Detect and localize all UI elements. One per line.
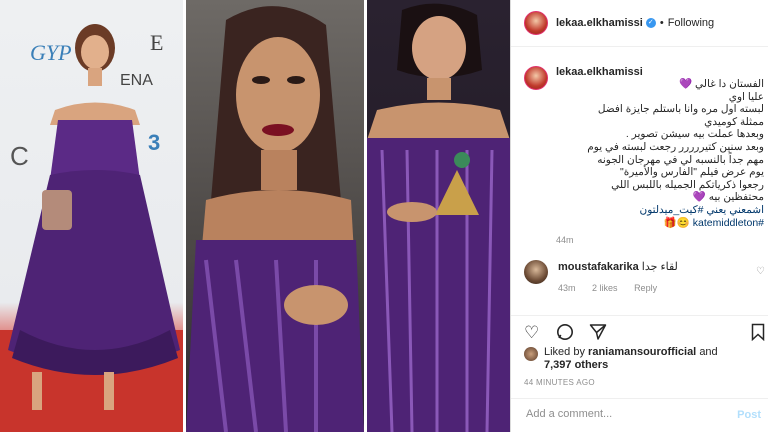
post-time-ago: 44 MINUTES AGO (524, 378, 595, 387)
caption-author-avatar[interactable] (524, 66, 548, 90)
comment-text: لقاء جدا (641, 261, 678, 273)
comment-like-icon[interactable]: ♡ (756, 266, 765, 277)
commenter-avatar[interactable] (524, 260, 548, 284)
photo-award (367, 0, 510, 432)
likes-and: and (699, 346, 718, 358)
caption-hashtag-arabic[interactable]: اشمعني يعني #كيت_ميدلتون (556, 204, 764, 217)
caption-line: يوم عرض فيلم "الفارس والأميرة" (620, 166, 764, 179)
post-image-collage[interactable]: GYP E ENA C 3 (0, 0, 510, 432)
svg-text:ENA: ENA (120, 72, 153, 89)
caption-line: عليا اوي (728, 90, 764, 103)
add-comment-input[interactable] (524, 407, 728, 421)
caption-time: 44m (556, 235, 574, 246)
following-button[interactable]: Following (668, 17, 714, 29)
post-actions-bar: ♡ (511, 315, 768, 350)
post-side-panel: lekaa.elkhamissi ✓ • Following lekaa.elk… (510, 0, 768, 432)
instagram-post-screenshot: GYP E ENA C 3 lekaa.elkhamissi ✓ • Follo… (0, 0, 768, 432)
caption-hashtag[interactable]: #katemiddleton 😊🎁 (556, 217, 764, 230)
likes-others[interactable]: 7,397 others (544, 359, 608, 371)
author-avatar[interactable] (524, 11, 548, 35)
commenter-username[interactable]: moustafakarika (558, 261, 639, 273)
caption-line: وبعد سنين كتيررررر رجعت لبسته في يوم (587, 140, 764, 153)
caption-line: لبسته اول مره وانا باستلم جايزة افضل (597, 103, 764, 116)
share-icon[interactable] (589, 323, 607, 346)
comment-time: 43m (558, 283, 576, 293)
svg-text:3: 3 (148, 130, 160, 155)
caption-text: الفستان دا غالي 💜 عليا اوي لبسته اول مره… (556, 78, 764, 229)
likes-summary: Liked by raniamansourofficial and 7,397 … (524, 346, 764, 372)
photo-portrait (186, 0, 364, 432)
post-comment-button[interactable]: Post (737, 409, 761, 421)
caption-line: وبعدها عملت بيه سيشن تصوير . (625, 128, 764, 141)
heart-icon[interactable]: ♡ (524, 323, 539, 343)
caption-line: رجعوا ذكرياتكم الجميله باللبس اللي (611, 178, 764, 191)
save-icon[interactable] (751, 323, 765, 346)
liked-by-label: Liked by (544, 346, 585, 358)
post-caption: lekaa.elkhamissi الفستان دا غالي 💜 عليا … (524, 66, 764, 245)
caption-line: محتفظين بيه 💜 (692, 191, 764, 204)
comment-item: moustafakarika لقاء جدا 43m 2 likes Repl… (524, 260, 768, 293)
add-comment-bar: Post (511, 398, 768, 433)
verified-icon: ✓ (645, 18, 656, 28)
reply-button[interactable]: Reply (634, 283, 657, 293)
liker-username[interactable]: raniamansourofficial (588, 346, 696, 358)
svg-text:C: C (10, 141, 29, 171)
caption-line: مهم جداً بالنسبه لي في مهرجان الجونه (597, 153, 764, 166)
caption-line: الفستان دا غالي 💜 (679, 78, 764, 90)
liker-avatar[interactable] (524, 347, 538, 361)
follow-separator: • (659, 17, 664, 29)
comment-likes[interactable]: 2 likes (592, 283, 618, 293)
author-username[interactable]: lekaa.elkhamissi (556, 17, 643, 29)
caption-line: ممثلة كوميدي (704, 115, 764, 128)
svg-text:E: E (150, 30, 163, 55)
svg-text:GYP: GYP (30, 40, 72, 65)
post-header: lekaa.elkhamissi ✓ • Following (511, 0, 768, 47)
photo-red-carpet: GYP E ENA C 3 (0, 0, 183, 432)
caption-username[interactable]: lekaa.elkhamissi (556, 66, 764, 78)
comment-icon[interactable] (556, 323, 574, 346)
